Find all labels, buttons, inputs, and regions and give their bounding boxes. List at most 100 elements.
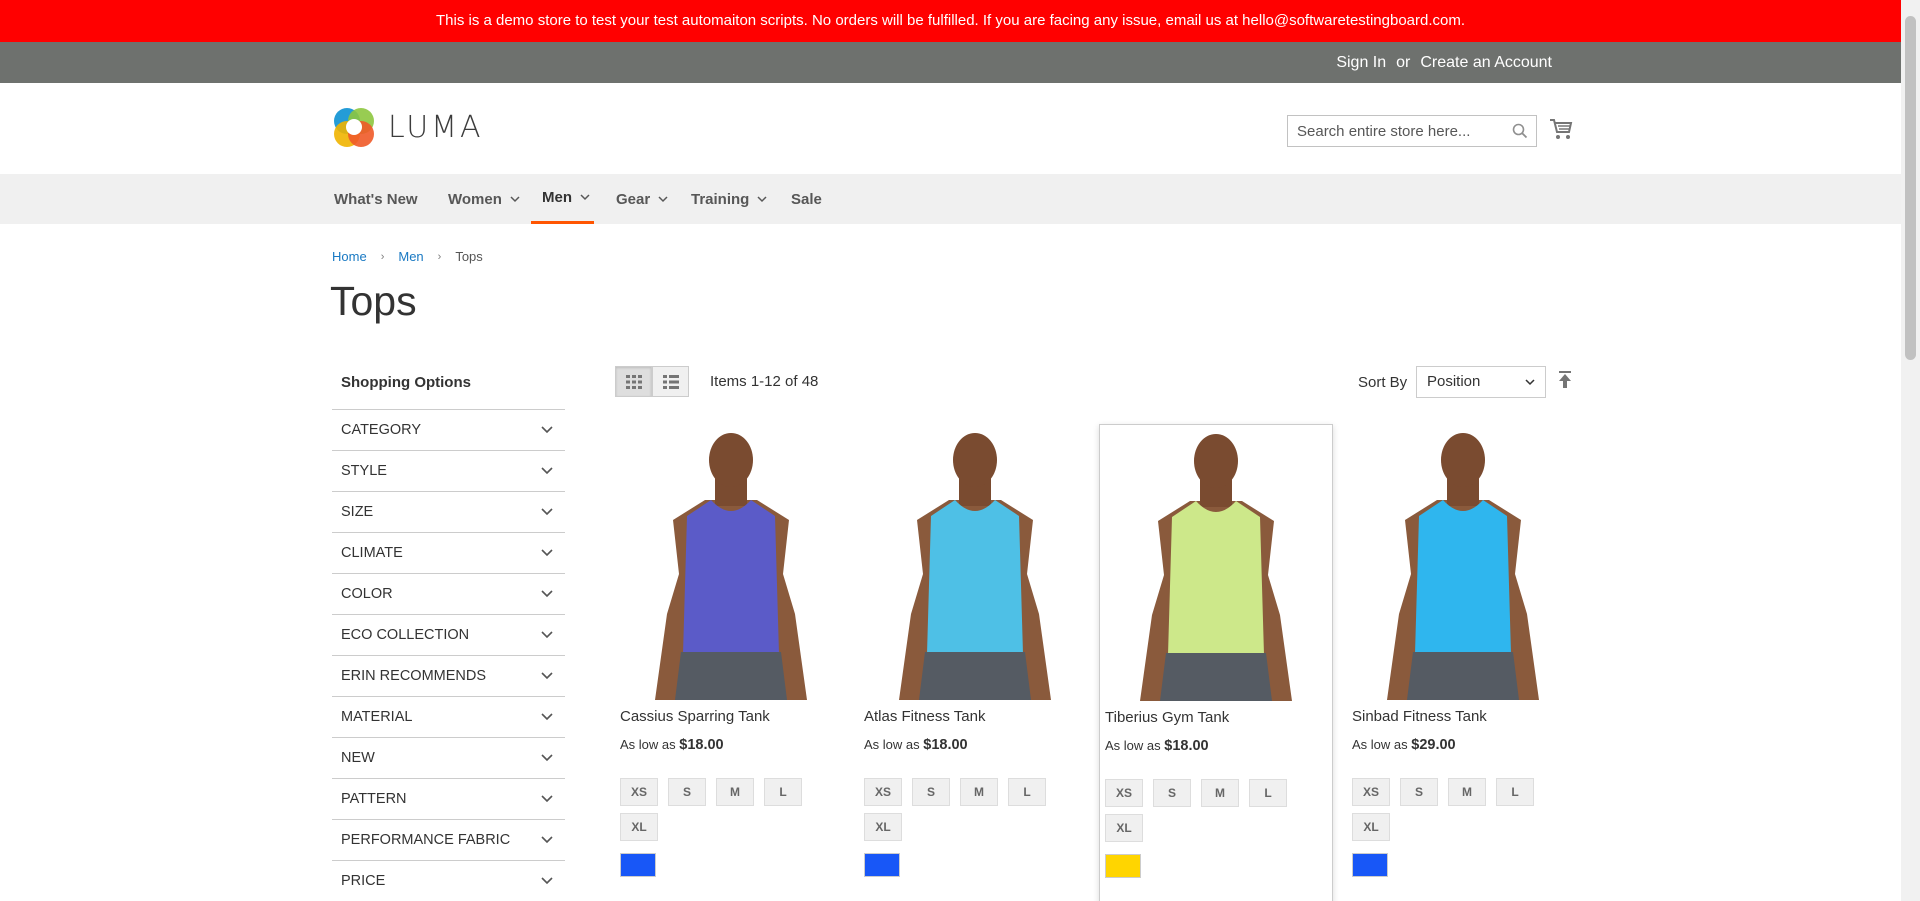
color-swatch[interactable] xyxy=(620,853,656,877)
chevron-down-icon xyxy=(541,713,553,721)
layered-navigation: Shopping Options CATEGORY STYLE SIZE CLIMAT… xyxy=(332,362,565,901)
size-swatch-m[interactable]: M xyxy=(1448,778,1486,806)
price-label: As low as xyxy=(1352,737,1408,752)
product-photo-model xyxy=(859,424,1091,700)
filter-option-category[interactable]: CATEGORY xyxy=(332,410,565,451)
size-swatch-s[interactable]: S xyxy=(668,778,706,806)
size-swatch-s[interactable]: S xyxy=(1400,778,1438,806)
breadcrumb-home-link[interactable]: Home xyxy=(332,249,367,264)
color-swatch[interactable] xyxy=(1105,854,1141,878)
nav-item-gear[interactable]: Gear xyxy=(614,174,670,224)
sort-direction-arrow-icon[interactable] xyxy=(1557,371,1573,389)
product-image[interactable] xyxy=(859,424,1091,700)
product-item[interactable]: Sinbad Fitness Tank As low as $29.00 XS S M L… xyxy=(1347,424,1579,877)
product-image[interactable] xyxy=(1100,425,1332,701)
filter-option-performance-fabric[interactable]: PERFORMANCE FABRIC xyxy=(332,820,565,861)
scrollbar-thumb[interactable] xyxy=(1905,16,1916,360)
chevron-down-icon xyxy=(541,795,553,803)
product-name-link[interactable]: Tiberius Gym Tank xyxy=(1100,709,1332,726)
product-item[interactable]: Tiberius Gym Tank As low as $18.00 XS S M L XL xyxy=(1099,424,1333,901)
size-swatch-l[interactable]: L xyxy=(1496,778,1534,806)
nav-label: Training xyxy=(691,190,750,208)
page-title: Tops xyxy=(330,278,417,324)
product-image[interactable] xyxy=(615,424,847,700)
product-name-link[interactable]: Cassius Sparring Tank xyxy=(615,708,847,725)
size-swatch-xs[interactable]: XS xyxy=(864,778,902,806)
cart-icon[interactable] xyxy=(1549,117,1573,141)
size-swatch-xs[interactable]: XS xyxy=(1352,778,1390,806)
list-view-button[interactable] xyxy=(652,366,689,397)
products-toolbar: Items 1-12 of 48 Sort By Position xyxy=(615,365,1573,398)
grid-view-button[interactable] xyxy=(615,366,652,397)
size-swatch-s[interactable]: S xyxy=(912,778,950,806)
size-swatch-m[interactable]: M xyxy=(960,778,998,806)
size-swatch-m[interactable]: M xyxy=(716,778,754,806)
nav-item-whats-new[interactable]: What's New xyxy=(332,174,420,224)
page-scrollbar[interactable] xyxy=(1901,0,1920,901)
breadcrumb-men-link[interactable]: Men xyxy=(398,249,423,264)
filter-label: CATEGORY xyxy=(341,422,422,438)
filter-option-erin-recommends[interactable]: ERIN RECOMMENDS xyxy=(332,656,565,697)
nav-label: Gear xyxy=(616,190,651,208)
search-input[interactable] xyxy=(1288,116,1498,146)
size-swatch-l[interactable]: L xyxy=(1249,779,1287,807)
size-swatch-l[interactable]: L xyxy=(764,778,802,806)
demo-store-notice: This is a demo store to test your test a… xyxy=(0,0,1901,42)
size-swatch-xl[interactable]: XL xyxy=(1352,813,1390,841)
product-item[interactable]: Atlas Fitness Tank As low as $18.00 XS S M L X… xyxy=(859,424,1091,877)
product-photo-model xyxy=(1100,425,1332,701)
size-swatch-l[interactable]: L xyxy=(1008,778,1046,806)
filter-option-new[interactable]: NEW xyxy=(332,738,565,779)
chevron-down-icon xyxy=(541,754,553,762)
chevron-down-icon xyxy=(541,672,553,680)
breadcrumb-separator-icon: › xyxy=(380,250,385,263)
product-name-link[interactable]: Sinbad Fitness Tank xyxy=(1347,708,1579,725)
breadcrumb-current: Tops xyxy=(455,249,483,264)
or-text: or xyxy=(1396,54,1411,71)
chevron-down-icon xyxy=(541,631,553,639)
size-swatch-m[interactable]: M xyxy=(1201,779,1239,807)
filter-option-size[interactable]: SIZE xyxy=(332,492,565,533)
product-photo-model xyxy=(1347,424,1579,700)
product-name-link[interactable]: Atlas Fitness Tank xyxy=(859,708,1091,725)
search-icon[interactable] xyxy=(1512,123,1528,139)
size-swatch-xl[interactable]: XL xyxy=(1105,814,1143,842)
filter-option-eco-collection[interactable]: ECO COLLECTION xyxy=(332,615,565,656)
nav-label: Men xyxy=(542,189,572,206)
color-swatch[interactable] xyxy=(1352,853,1388,877)
size-swatch-s[interactable]: S xyxy=(1153,779,1191,807)
size-swatches: XS S M L XL xyxy=(1347,778,1577,841)
sort-by-select[interactable]: Position xyxy=(1416,366,1546,398)
size-swatch-xs[interactable]: XS xyxy=(1105,779,1143,807)
filter-option-color[interactable]: COLOR xyxy=(332,574,565,615)
nav-item-men[interactable]: Men xyxy=(531,174,594,224)
color-swatch[interactable] xyxy=(864,853,900,877)
chevron-down-icon xyxy=(510,195,520,202)
product-price: As low as $18.00 xyxy=(859,737,1091,753)
filter-label: PERFORMANCE FABRIC xyxy=(341,832,511,848)
filter-option-price[interactable]: PRICE xyxy=(332,861,565,901)
nav-item-women[interactable]: Women xyxy=(446,174,522,224)
product-item[interactable]: Cassius Sparring Tank As low as $18.00 XS S… xyxy=(615,424,847,877)
chevron-down-icon xyxy=(541,467,553,475)
luma-logo-icon xyxy=(334,108,374,147)
sign-in-link[interactable]: Sign In xyxy=(1336,42,1386,83)
filter-option-pattern[interactable]: PATTERN xyxy=(332,779,565,820)
chevron-down-icon xyxy=(541,877,553,885)
luma-logo[interactable]: LUMA xyxy=(332,105,484,149)
nav-item-sale[interactable]: Sale xyxy=(789,174,824,224)
price-value: $18.00 xyxy=(679,737,724,753)
filter-option-style[interactable]: STYLE xyxy=(332,451,565,492)
size-swatches: XS S M L XL xyxy=(859,778,1089,841)
size-swatch-xl[interactable]: XL xyxy=(864,813,902,841)
create-account-link[interactable]: Create an Account xyxy=(1420,42,1552,83)
product-image[interactable] xyxy=(1347,424,1579,700)
nav-item-training[interactable]: Training xyxy=(689,174,769,224)
size-swatch-xl[interactable]: XL xyxy=(620,813,658,841)
filter-option-material[interactable]: MATERIAL xyxy=(332,697,565,738)
size-swatch-xs[interactable]: XS xyxy=(620,778,658,806)
sort-by-value: Position xyxy=(1427,373,1481,390)
shopping-options-title: Shopping Options xyxy=(332,362,565,410)
filter-label: PATTERN xyxy=(341,791,407,807)
filter-option-climate[interactable]: CLIMATE xyxy=(332,533,565,574)
